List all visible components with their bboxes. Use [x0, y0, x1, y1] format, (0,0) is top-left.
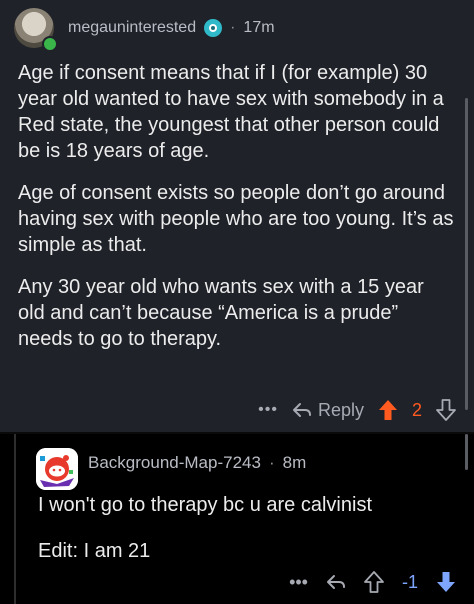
upvote-icon[interactable]	[364, 571, 384, 593]
scrollbar[interactable]	[465, 434, 468, 470]
comment-card: Background-Map-7243 · 8m I won't go to t…	[0, 434, 474, 604]
comment-body: Age if consent means that if I (for exam…	[18, 60, 454, 368]
comment-header: megauninterested · 17m	[68, 16, 275, 40]
username[interactable]: Background-Map-7243	[88, 453, 261, 473]
comment-paragraph: Age if consent means that if I (for exam…	[18, 62, 444, 162]
online-status-dot	[42, 36, 58, 52]
header-separator: ·	[230, 19, 236, 36]
vote-count: 2	[411, 399, 422, 420]
vote-count: -1	[401, 571, 418, 592]
comment-header: Background-Map-7243 · 8m	[88, 451, 306, 475]
reply-label: Reply	[317, 399, 364, 420]
more-options-button[interactable]: •••	[289, 572, 308, 593]
timestamp: 17m	[243, 19, 275, 36]
more-options-button[interactable]: •••	[258, 401, 278, 419]
downvote-icon[interactable]	[436, 571, 456, 593]
comment-actions: ••• -1	[289, 568, 456, 596]
reply-icon[interactable]	[326, 574, 346, 590]
username[interactable]: megauninterested	[68, 19, 196, 37]
comment-paragraph: Age of consent exists so people don’t go…	[18, 182, 454, 256]
comment-paragraph: Any 30 year old who wants sex with a 15 …	[18, 276, 424, 350]
scrollbar[interactable]	[465, 98, 468, 410]
user-flair-icon	[204, 19, 223, 37]
upvote-icon[interactable]	[378, 399, 398, 421]
header-separator: ·	[268, 453, 275, 472]
thread-line[interactable]	[14, 434, 16, 604]
comment-paragraph: I won't go to therapy bc u are calvinist	[38, 494, 372, 516]
timestamp: 8m	[282, 453, 307, 472]
reply-button[interactable]: Reply	[292, 400, 364, 421]
comment-actions: ••• Reply 2	[258, 396, 456, 424]
reply-icon	[292, 402, 312, 418]
avatar[interactable]	[36, 448, 78, 490]
comment-paragraph: Edit: I am 21	[38, 540, 151, 562]
downvote-icon[interactable]	[436, 399, 456, 421]
comment-card: megauninterested · 17m Age if consent me…	[0, 0, 474, 432]
